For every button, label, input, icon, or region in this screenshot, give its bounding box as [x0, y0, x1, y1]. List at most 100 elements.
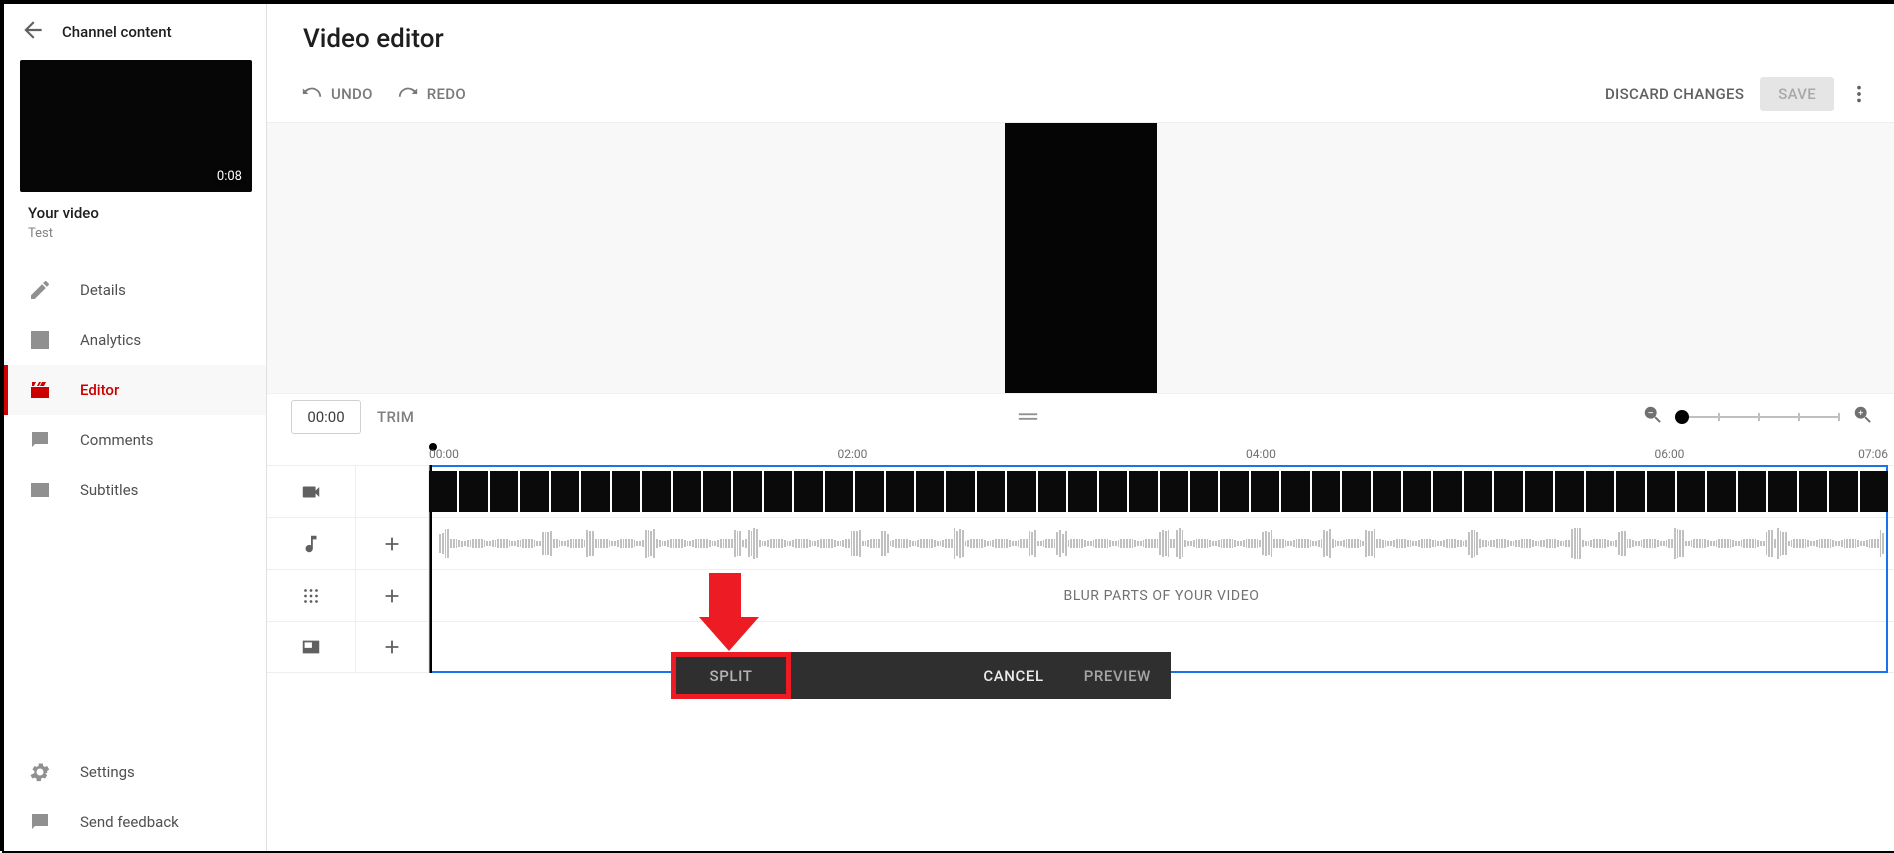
video-frame [977, 471, 1005, 512]
waveform-bar [1037, 541, 1039, 546]
waveform-bar [1018, 540, 1020, 547]
video-frame [1220, 471, 1248, 512]
sidebar-item-comments[interactable]: Comments [4, 415, 266, 465]
waveform-bar [648, 530, 650, 558]
waveform-bar [1741, 540, 1743, 547]
sidebar-title[interactable]: Channel content [62, 23, 172, 41]
waveform-bar [1730, 539, 1732, 548]
discard-button[interactable]: DISCARD CHANGES [1605, 85, 1744, 103]
waveform-bar [1743, 539, 1745, 547]
waveform-bar [628, 539, 630, 549]
save-button[interactable]: SAVE [1760, 77, 1834, 111]
waveform-bar [1034, 530, 1036, 557]
waveform-bar [1006, 539, 1008, 548]
waveform-bar [709, 540, 711, 547]
waveform-bar [1056, 532, 1058, 555]
waveform-bar [1476, 532, 1478, 556]
timeline-ruler[interactable]: 00:0002:0004:0006:0007:06 [429, 439, 1888, 465]
cancel-button[interactable]: CANCEL [963, 667, 1063, 685]
waveform-bar [692, 540, 694, 547]
sidebar-item-editor[interactable]: Editor [4, 365, 266, 415]
split-button[interactable]: SPLIT [671, 652, 791, 699]
waveform-bar [1157, 539, 1159, 547]
back-arrow-icon[interactable] [20, 17, 46, 47]
waveform-bar [979, 539, 981, 549]
waveform-bar [1424, 539, 1426, 549]
waveform-bar [1474, 530, 1476, 557]
waveform-bar [1479, 539, 1481, 548]
zoom-in-button[interactable] [1852, 404, 1874, 430]
waveform-bar [990, 541, 992, 546]
preview-button[interactable]: PREVIEW [1064, 667, 1171, 685]
waveform-bar [1015, 541, 1017, 546]
waveform-bar [1276, 539, 1278, 549]
add-endscreen-button[interactable] [356, 622, 429, 672]
waveform-bar [1716, 540, 1718, 546]
sidebar-item-analytics[interactable]: Analytics [4, 315, 266, 365]
add-blur-button[interactable] [356, 570, 429, 621]
add-audio-button[interactable] [356, 518, 429, 569]
video-frame [1190, 471, 1218, 512]
trim-button[interactable]: TRIM [377, 408, 414, 426]
sidebar-item-settings[interactable]: Settings [4, 747, 266, 797]
waveform-bar [1321, 539, 1323, 548]
videocam-icon [300, 481, 322, 503]
waveform-bar [1707, 540, 1709, 547]
video-frame [916, 471, 944, 512]
sidebar: Channel content 0:08 Your video Test Det… [4, 4, 267, 851]
zoom-slider[interactable] [1678, 416, 1838, 418]
blur-track-body[interactable]: BLUR PARTS OF YOUR VIDEO [429, 570, 1894, 621]
waveform-bar [1513, 541, 1515, 545]
preview-frame[interactable] [1005, 123, 1157, 393]
waveform-bar [1493, 540, 1495, 548]
waveform-bar [1173, 539, 1175, 549]
waveform-bar [753, 528, 755, 559]
waveform-bar [592, 531, 594, 556]
waveform-bar [1627, 539, 1629, 549]
waveform-bar [923, 539, 925, 549]
undo-button[interactable]: UNDO [301, 83, 373, 105]
waveform-bar [1240, 541, 1242, 547]
waveform-bar [547, 532, 549, 555]
feedback-icon [28, 810, 52, 834]
waveform-bar [1346, 539, 1348, 548]
waveform-bar [522, 539, 524, 548]
waveform-bar [700, 539, 702, 549]
waveform-bar [550, 531, 552, 556]
zoom-out-button[interactable] [1642, 404, 1664, 430]
waveform-bar [1262, 532, 1264, 555]
waveform-bar [1880, 530, 1882, 558]
drag-handle-icon[interactable] [1017, 411, 1039, 423]
waveform-bar [575, 539, 577, 549]
waveform-bar [453, 539, 455, 549]
waveform-bar [926, 539, 928, 549]
waveform-bar [1588, 541, 1590, 545]
waveform-bar [1724, 539, 1726, 549]
waveform-bar [1051, 539, 1053, 549]
more-menu-button[interactable] [1846, 81, 1872, 107]
waveform-bar [1404, 539, 1406, 548]
waveform-bar [1371, 531, 1373, 555]
waveform-bar [1093, 540, 1095, 547]
waveform-bar [934, 540, 936, 547]
sidebar-item-subtitles[interactable]: Subtitles [4, 465, 266, 515]
waveform-bar [1337, 541, 1339, 545]
ruler-tick: 07:06 [1858, 447, 1888, 461]
zoom-out-icon [1642, 404, 1664, 426]
video-track-body[interactable] [429, 466, 1894, 517]
waveform-bar [1418, 540, 1420, 548]
waveform-bar [1471, 530, 1473, 558]
waveform-bar [1126, 539, 1128, 549]
sidebar-item-feedback[interactable]: Send feedback [4, 797, 266, 847]
waveform-bar [1796, 539, 1798, 548]
waveform-bar [1718, 539, 1720, 547]
waveform-bar [1755, 539, 1757, 548]
waveform-bar [1585, 541, 1587, 547]
redo-button[interactable]: REDO [397, 83, 466, 105]
audio-track-body[interactable] [429, 518, 1894, 569]
sidebar-item-details[interactable]: Details [4, 265, 266, 315]
video-thumbnail[interactable]: 0:08 [20, 60, 252, 192]
zoom-slider-knob[interactable] [1675, 410, 1689, 424]
current-time-input[interactable] [291, 400, 361, 434]
waveform-bar [834, 540, 836, 547]
